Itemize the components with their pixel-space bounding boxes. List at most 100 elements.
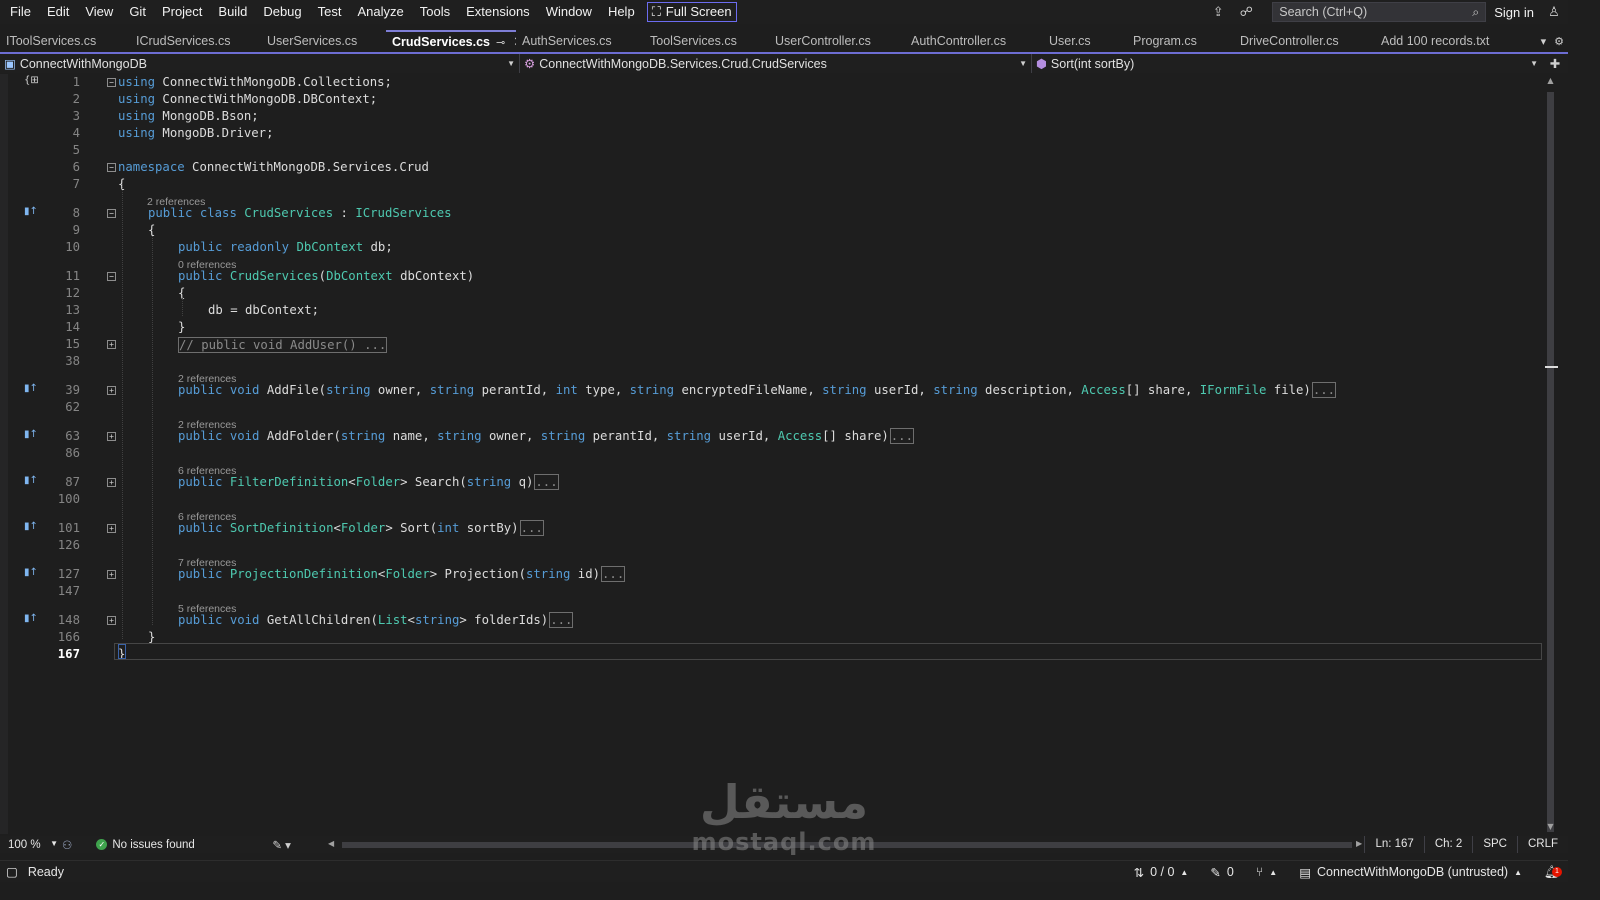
code-line[interactable]: 127 ▮↑ + public ProjectionDefinition<Folder… — [0, 566, 1543, 584]
menu-item-test[interactable]: Test — [310, 1, 350, 23]
tab-authservices-cs[interactable]: AuthServices.cs — [516, 30, 644, 52]
menu-item-file[interactable]: File — [2, 1, 39, 23]
implements-interface-icon[interactable]: ▮↑ — [24, 206, 38, 217]
expand-icon[interactable]: + — [107, 478, 116, 487]
menu-item-extensions[interactable]: Extensions — [458, 1, 538, 23]
code-line[interactable]: 100 — [0, 492, 1543, 509]
code-line[interactable]: 14} — [0, 320, 1543, 337]
code-line[interactable]: 5 — [0, 143, 1543, 160]
code-line[interactable]: 11 − public CrudServices(DbContext dbConte… — [0, 269, 1543, 286]
scroll-right-icon[interactable]: ▶ — [1356, 839, 1362, 848]
code-line[interactable]: 39 ▮↑ + public void AddFile(string owner, s… — [0, 382, 1543, 400]
tab-userservices-cs[interactable]: UserServices.cs — [261, 30, 386, 52]
char-indicator[interactable]: Ch: 2 — [1423, 836, 1473, 853]
implements-interface-icon[interactable]: ▮↑ — [24, 475, 38, 486]
tab-user-cs[interactable]: User.cs — [1043, 30, 1127, 52]
menu-item-edit[interactable]: Edit — [39, 1, 77, 23]
code-line[interactable]: 3 using MongoDB.Bson; — [0, 109, 1543, 126]
code-area[interactable]: 1 {⊞ − using ConnectWithMongoDB.Collections… — [0, 74, 1543, 834]
implements-interface-icon[interactable]: ▮↑ — [24, 567, 38, 578]
code-line[interactable]: 15 + // public void AddUser() ... — [0, 337, 1543, 354]
code-line[interactable]: 9{ — [0, 223, 1543, 240]
tab-add-100-records-txt[interactable]: Add 100 records.txt — [1375, 30, 1517, 52]
implements-interface-icon[interactable]: ▮↑ — [24, 613, 38, 624]
notifications-button[interactable]: 🔔︎ 1 — [1544, 865, 1562, 880]
tab-drivecontroller-cs[interactable]: DriveController.cs — [1234, 30, 1375, 52]
collapsed-body-ellipsis[interactable]: ... — [519, 520, 544, 536]
branch-selector[interactable]: ⑂ ▲ — [1256, 865, 1277, 879]
copilot-icon[interactable]: ⚇ — [62, 838, 72, 852]
implements-interface-icon[interactable]: ▮↑ — [24, 521, 38, 532]
sign-in-link[interactable]: Sign in — [1494, 5, 1534, 20]
collapsed-body-ellipsis[interactable]: ... — [601, 566, 626, 582]
account-icon[interactable]: ♙ — [1540, 0, 1568, 24]
whitespace-indicator[interactable]: SPC — [1472, 836, 1517, 853]
code-line[interactable]: 126 — [0, 538, 1543, 555]
expand-icon[interactable]: + — [107, 524, 116, 533]
code-line[interactable]: 62 — [0, 400, 1543, 417]
class-dropdown[interactable]: ⚙ ConnectWithMongoDB.Services.Crud.CrudSe… — [520, 54, 1032, 73]
implements-interface-icon[interactable]: ▮↑ — [24, 383, 38, 394]
code-line[interactable]: 1 {⊞ − using ConnectWithMongoDB.Collections… — [0, 75, 1543, 92]
collapsed-body-ellipsis[interactable]: ... — [534, 474, 559, 490]
menu-item-view[interactable]: View — [77, 1, 121, 23]
tab-list-icon[interactable]: ▾ — [1541, 35, 1547, 48]
menu-item-build[interactable]: Build — [210, 1, 255, 23]
collapsed-body-ellipsis[interactable]: ... — [549, 612, 574, 628]
pending-edits[interactable]: ✎ 0 — [1210, 865, 1233, 880]
line-indicator[interactable]: Ln: 167 — [1364, 836, 1423, 853]
tab-crudservices-cs[interactable]: CrudServices.cs⊸✕ — [386, 30, 516, 52]
scrollbar-thumb[interactable] — [1547, 92, 1554, 832]
code-line[interactable]: 8 ▮↑ − public class CrudServices : ICrudSer… — [0, 206, 1543, 223]
implements-interface-icon[interactable]: ▮↑ — [24, 429, 38, 440]
code-line[interactable]: 12{ — [0, 286, 1543, 303]
settings-icon[interactable]: ⚙ — [1554, 35, 1564, 48]
code-line[interactable]: 6 − namespace ConnectWithMongoDB.Services.… — [0, 160, 1543, 177]
tab-toolservices-cs[interactable]: ToolServices.cs — [644, 30, 769, 52]
code-editor[interactable]: 1 {⊞ − using ConnectWithMongoDB.Collections… — [0, 74, 1568, 834]
tab-icrudservices-cs[interactable]: ICrudServices.cs — [130, 30, 261, 52]
code-line[interactable]: 2 using ConnectWithMongoDB.DBContext; — [0, 92, 1543, 109]
menu-item-tools[interactable]: Tools — [412, 1, 458, 23]
code-line[interactable]: 87 ▮↑ + public FilterDefinition<Folder> Sea… — [0, 474, 1543, 492]
full-screen-button[interactable]: ⛶ Full Screen — [646, 2, 737, 22]
tab-program-cs[interactable]: Program.cs — [1127, 30, 1234, 52]
tab-usercontroller-cs[interactable]: UserController.cs — [769, 30, 905, 52]
issues-indicator[interactable]: ✓ No issues found — [96, 839, 256, 851]
code-line[interactable]: 7{ — [0, 177, 1543, 194]
code-line[interactable]: 4 using MongoDB.Driver; — [0, 126, 1543, 143]
scroll-down-icon[interactable]: ▼ — [1545, 822, 1556, 832]
collapse-icon[interactable]: − — [107, 209, 116, 218]
feedback-icon[interactable]: ☍ — [1232, 0, 1260, 24]
expand-icon[interactable]: + — [107, 432, 116, 441]
code-line[interactable]: 147 — [0, 584, 1543, 601]
collapse-icon[interactable]: − — [107, 272, 116, 281]
tab-authcontroller-cs[interactable]: AuthController.cs — [905, 30, 1043, 52]
collapsed-body-ellipsis[interactable]: ... — [1311, 382, 1337, 398]
code-line[interactable]: 38 — [0, 354, 1543, 371]
repository-selector[interactable]: ▤ ConnectWithMongoDB (untrusted) ▲ — [1299, 865, 1522, 880]
code-line[interactable]: 10 public readonly DbContext db; — [0, 240, 1543, 257]
expand-icon[interactable]: + — [107, 340, 116, 349]
expand-icon[interactable]: + — [107, 386, 116, 395]
code-line[interactable]: 101 ▮↑ + public SortDefinition<Folder> Sort… — [0, 520, 1543, 538]
quick-actions-icon[interactable]: {⊞ — [24, 75, 39, 86]
menu-item-window[interactable]: Window — [538, 1, 600, 23]
collapse-icon[interactable]: − — [107, 163, 116, 172]
menu-item-debug[interactable]: Debug — [255, 1, 309, 23]
menu-item-project[interactable]: Project — [154, 1, 210, 23]
code-line[interactable]: 63 ▮↑ + public void AddFolder(string name, … — [0, 428, 1543, 446]
expand-icon[interactable]: + — [107, 570, 116, 579]
git-changes[interactable]: ⇅ 0 / 0 ▲ — [1134, 865, 1189, 880]
collapse-icon[interactable]: − — [107, 78, 116, 87]
tab-itoolservices-cs[interactable]: IToolServices.cs — [0, 30, 130, 52]
member-dropdown[interactable]: ⬢ Sort(int sortBy) ▼ — [1032, 54, 1542, 73]
eol-indicator[interactable]: CRLF — [1516, 836, 1568, 853]
menu-item-git[interactable]: Git — [121, 1, 154, 23]
search-box[interactable]: Search (Ctrl+Q) ⌕ — [1272, 2, 1487, 22]
share-icon[interactable]: ⇪ — [1204, 0, 1232, 24]
vertical-scrollbar[interactable]: ▲ ▼ — [1543, 74, 1561, 834]
project-dropdown[interactable]: ▣ ConnectWithMongoDB ▼ — [0, 54, 520, 73]
zoom-dropdown[interactable]: 100 % ▼ — [0, 839, 62, 851]
expand-icon[interactable]: + — [107, 616, 116, 625]
